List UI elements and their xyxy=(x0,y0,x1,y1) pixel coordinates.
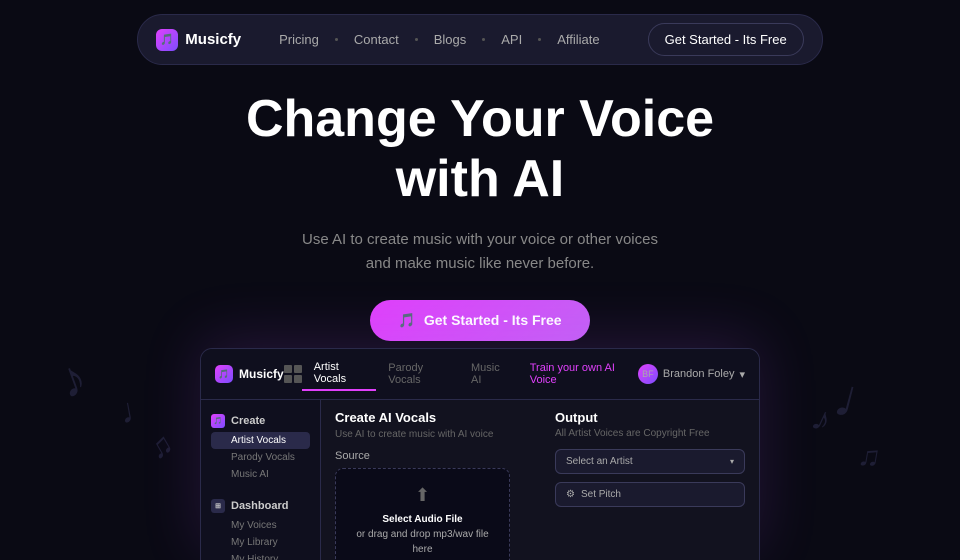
sidebar-item-parody-vocals[interactable]: Parody Vocals xyxy=(211,449,310,466)
app-avatar: BF xyxy=(638,364,658,384)
app-main-content: Create AI Vocals Use AI to create music … xyxy=(321,400,759,560)
app-user: BF Brandon Foley ▾ xyxy=(638,364,745,384)
upload-box[interactable]: ⬆ Select Audio File or drag and drop mp3… xyxy=(335,468,510,560)
sidebar-create-label: Create xyxy=(231,415,265,427)
create-vocals-title: Create AI Vocals xyxy=(335,410,541,425)
create-vocals-subtitle: Use AI to create music with AI voice xyxy=(335,429,541,440)
app-logo-label: Musicfy xyxy=(239,367,284,381)
hero-section: Change Your Voice with AI Use AI to crea… xyxy=(0,60,960,365)
sidebar-create-section: 🎵 Create Artist Vocals Parody Vocals Mus… xyxy=(201,408,320,485)
sidebar-item-my-history[interactable]: My History xyxy=(211,551,310,560)
music-note-icon: ♪ xyxy=(805,398,838,442)
app-logo: 🎵 Musicfy xyxy=(215,365,284,383)
app-tabs: Artist Vocals Parody Vocals Music AI Tra… xyxy=(302,357,638,391)
tab-artist-vocals[interactable]: Artist Vocals xyxy=(302,357,377,391)
nav-dot xyxy=(482,38,485,41)
hero-cta-button[interactable]: 🎵 Get Started - Its Free xyxy=(370,300,589,341)
nav-link-pricing[interactable]: Pricing xyxy=(271,28,327,51)
sidebar-dashboard-label: Dashboard xyxy=(231,500,288,512)
app-topbar: 🎵 Musicfy Artist Vocals Parody Vocals Mu… xyxy=(201,349,759,400)
artist-select-placeholder: Select an Artist xyxy=(566,456,633,467)
nav-link-affiliate[interactable]: Affiliate xyxy=(549,28,607,51)
sidebar-dashboard-section: ⊞ Dashboard My Voices My Library My Hist… xyxy=(201,493,320,560)
sidebar-create-icon: 🎵 xyxy=(211,414,225,428)
app-user-chevron: ▾ xyxy=(739,368,745,381)
music-note-icon: ♩ xyxy=(828,364,898,440)
app-body: 🎵 Create Artist Vocals Parody Vocals Mus… xyxy=(201,400,759,560)
logo-icon: 🎵 xyxy=(156,29,178,51)
app-grid-icon[interactable] xyxy=(284,365,302,383)
nav-links: Pricing Contact Blogs API Affiliate xyxy=(271,28,607,51)
logo: 🎵 Musicfy xyxy=(156,29,241,51)
navbar: 🎵 Musicfy Pricing Contact Blogs API Affi… xyxy=(0,0,960,79)
app-sidebar: 🎵 Create Artist Vocals Parody Vocals Mus… xyxy=(201,400,321,560)
music-note-icon: ♫ xyxy=(143,427,179,468)
music-note-icon: ♩ xyxy=(117,387,158,432)
upload-icon: ⬆ xyxy=(346,485,499,506)
pitch-icon: ⚙ xyxy=(566,489,575,500)
sidebar-item-artist-vocals[interactable]: Artist Vocals xyxy=(211,432,310,449)
set-pitch[interactable]: ⚙ Set Pitch xyxy=(555,482,745,507)
app-logo-icon: 🎵 xyxy=(215,365,233,383)
tab-parody-vocals[interactable]: Parody Vocals xyxy=(376,358,459,390)
nav-dot xyxy=(335,38,338,41)
app-left-panel: Create AI Vocals Use AI to create music … xyxy=(335,410,541,550)
nav-cta-button[interactable]: Get Started - Its Free xyxy=(648,23,804,56)
nav-link-api[interactable]: API xyxy=(493,28,530,51)
nav-dot xyxy=(538,38,541,41)
hero-cta-icon: 🎵 xyxy=(398,312,415,329)
logo-label: Musicfy xyxy=(185,31,241,48)
nav-dot xyxy=(415,38,418,41)
select-arrow-icon: ▾ xyxy=(730,457,734,466)
hero-title: Change Your Voice with AI xyxy=(246,90,714,210)
music-note-icon: ♫ xyxy=(855,438,883,475)
hero-cta-label: Get Started - Its Free xyxy=(424,312,562,328)
upload-text: Select Audio File or drag and drop mp3/w… xyxy=(346,512,499,557)
app-username: Brandon Foley xyxy=(663,368,735,380)
tab-train-ai[interactable]: Train your own AI Voice xyxy=(518,358,638,390)
output-title: Output xyxy=(555,410,745,425)
nav-link-blogs[interactable]: Blogs xyxy=(426,28,475,51)
app-preview: 🎵 Musicfy Artist Vocals Parody Vocals Mu… xyxy=(200,348,760,560)
app-right-panel: Output All Artist Voices are Copyright F… xyxy=(555,410,745,550)
nav-link-contact[interactable]: Contact xyxy=(346,28,407,51)
sidebar-dashboard-icon: ⊞ xyxy=(211,499,225,513)
set-pitch-label: Set Pitch xyxy=(581,489,621,500)
source-label: Source xyxy=(335,450,541,462)
sidebar-item-my-library[interactable]: My Library xyxy=(211,534,310,551)
hero-subtitle: Use AI to create music with your voice o… xyxy=(302,228,658,276)
output-note: All Artist Voices are Copyright Free xyxy=(555,428,745,439)
sidebar-item-music-ai[interactable]: Music AI xyxy=(211,466,310,483)
tab-music-ai[interactable]: Music AI xyxy=(459,358,518,390)
artist-select[interactable]: Select an Artist ▾ xyxy=(555,449,745,474)
sidebar-dashboard-header: ⊞ Dashboard xyxy=(211,497,310,517)
sidebar-item-my-voices[interactable]: My Voices xyxy=(211,517,310,534)
sidebar-create-header: 🎵 Create xyxy=(211,412,310,432)
